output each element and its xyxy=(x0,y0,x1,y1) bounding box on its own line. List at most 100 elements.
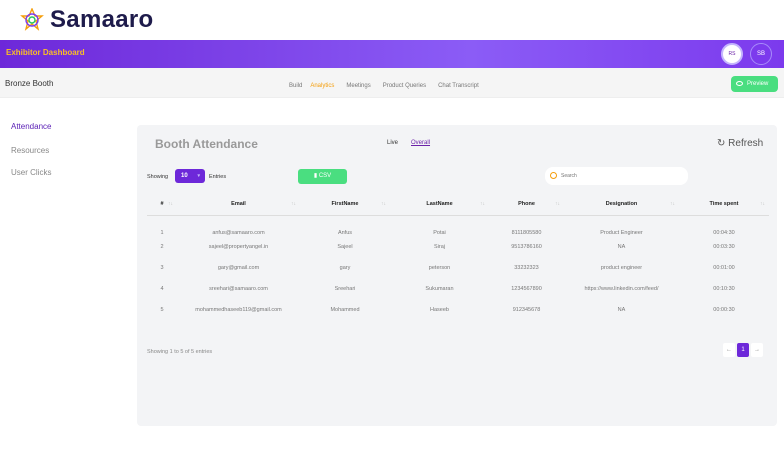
table-row: 5 mohammedhaseeb119@gmail.com Mohammed H… xyxy=(147,299,769,320)
sub-navigation: Bronze Booth Build Analytics Meetings Pr… xyxy=(0,68,784,98)
tab-chat-transcript[interactable]: Chat Transcript xyxy=(438,83,479,89)
search-input[interactable] xyxy=(561,170,681,182)
column-header-time-spent[interactable]: Time spent ↑↓ xyxy=(679,193,769,216)
cell-phone: 8111805580 xyxy=(511,229,542,236)
cell-time-spent: 00:03:30 xyxy=(713,243,735,250)
cell-time-spent: 00:04:30 xyxy=(713,229,735,236)
logo-bar: Samaaro xyxy=(0,0,784,40)
cell-lastname: Siraj xyxy=(433,243,445,250)
attendance-table: # ↑↓ Email ↑↓ FirstName ↑↓ LastName ↑↓ Phone… xyxy=(147,193,769,320)
column-header-lastname[interactable]: LastName ↑↓ xyxy=(390,193,489,216)
top-bar: Exhibitor Dashboard RS SB xyxy=(0,40,784,68)
page-size-value: 10 xyxy=(181,173,188,179)
preview-label: Preview xyxy=(747,81,769,87)
cell-lastname: Potai xyxy=(433,229,446,236)
cell-index: 2 xyxy=(160,243,164,250)
cell-index: 4 xyxy=(160,285,164,292)
cell-lastname: Haseeb xyxy=(430,306,449,313)
refresh-label: Refresh xyxy=(728,138,764,149)
cell-phone: 912345678 xyxy=(512,306,541,313)
live-toggle[interactable]: Live xyxy=(387,140,398,146)
booth-name: Bronze Booth xyxy=(5,79,54,88)
attendance-panel: Booth Attendance Live Overall ↻ Refresh … xyxy=(137,125,777,426)
csv-label: CSV xyxy=(318,173,332,179)
chevron-down-icon: ▾ xyxy=(197,173,200,179)
table-row: 4 sreehari@samaaro.com Sreehari Sukumara… xyxy=(147,278,769,299)
cell-firstname: Mohammed xyxy=(330,306,360,313)
entries-label: Entries xyxy=(209,174,227,180)
search-icon xyxy=(550,172,557,179)
tab-build[interactable]: Build xyxy=(289,83,302,89)
cell-lastname: peterson xyxy=(428,264,451,271)
cell-email: mohammedhaseeb119@gmail.com xyxy=(195,306,282,313)
table-header-row: # ↑↓ Email ↑↓ FirstName ↑↓ LastName ↑↓ Phone… xyxy=(147,193,769,216)
page-size-select[interactable]: 10 ▾ xyxy=(175,169,205,183)
search-box xyxy=(545,167,688,185)
tab-product-queries[interactable]: Product Queries xyxy=(383,83,426,89)
cell-phone: 33232323 xyxy=(514,264,539,271)
preview-button[interactable]: Preview xyxy=(731,76,778,92)
brand-name: Samaaro xyxy=(50,6,154,33)
showing-label: Showing xyxy=(147,174,169,180)
csv-button[interactable]: ▮ CSV xyxy=(298,169,347,184)
prev-page-button[interactable]: ← xyxy=(723,343,735,357)
cell-firstname: Sajeel xyxy=(337,243,353,250)
column-header-firstname[interactable]: FirstName ↑↓ xyxy=(300,193,390,216)
cell-time-spent: 00:01:00 xyxy=(713,264,735,271)
tab-meetings[interactable]: Meetings xyxy=(346,83,370,89)
cell-firstname: gary xyxy=(339,264,351,271)
refresh-icon: ↻ xyxy=(717,138,726,149)
cell-firstname: Sreehari xyxy=(334,285,356,292)
cell-email: sajeel@propertyangel.in xyxy=(208,243,269,250)
cell-index: 5 xyxy=(160,306,164,313)
cell-time-spent: 00:00:30 xyxy=(713,306,735,313)
panel-title: Booth Attendance xyxy=(155,137,258,151)
cell-email: sreehari@samaaro.com xyxy=(209,285,268,292)
column-header-designation[interactable]: Designation ↑↓ xyxy=(564,193,679,216)
tab-analytics[interactable]: Analytics xyxy=(310,83,334,89)
dashboard-title: Exhibitor Dashboard xyxy=(6,48,85,57)
cell-firstname: Anfus xyxy=(337,229,353,236)
cell-time-spent: 00:10:30 xyxy=(713,285,735,292)
cell-designation: NA xyxy=(617,243,626,250)
cell-index: 3 xyxy=(160,264,164,271)
next-page-button[interactable]: → xyxy=(751,343,763,357)
tab-bar: Build Analytics Meetings Product Queries… xyxy=(289,83,479,89)
column-header-phone[interactable]: Phone ↑↓ xyxy=(489,193,564,216)
avatar[interactable]: RS xyxy=(721,43,743,65)
sidebar-item-attendance[interactable]: Attendance xyxy=(11,122,51,131)
sort-icon: ↑↓ xyxy=(555,201,560,207)
overall-toggle[interactable]: Overall xyxy=(411,140,430,146)
cell-designation: product engineer xyxy=(600,264,643,271)
cell-index: 1 xyxy=(160,229,164,236)
sort-icon: ↑↓ xyxy=(168,201,173,207)
cell-designation: Product Engineer xyxy=(600,229,643,236)
sort-icon: ↑↓ xyxy=(381,201,386,207)
cell-phone: 9513786160 xyxy=(511,243,542,250)
user-avatar[interactable]: SB xyxy=(750,43,772,65)
table-row: 1 anfus@samaaro.com Anfus Potai 81118055… xyxy=(147,215,769,236)
sort-icon: ↑↓ xyxy=(760,201,765,207)
sort-icon: ↑↓ xyxy=(291,201,296,207)
sort-icon: ↑↓ xyxy=(670,201,675,207)
cell-lastname: Sukumaran xyxy=(425,285,454,292)
page-button-1[interactable]: 1 xyxy=(737,343,749,357)
refresh-button[interactable]: ↻ Refresh xyxy=(717,138,763,149)
sort-icon: ↑↓ xyxy=(480,201,485,207)
cell-designation: NA xyxy=(617,306,626,313)
eye-icon xyxy=(736,81,743,86)
sidebar-item-resources[interactable]: Resources xyxy=(11,146,49,155)
column-header-email[interactable]: Email ↑↓ xyxy=(177,193,300,216)
file-icon: ▮ xyxy=(313,173,318,179)
sidebar-item-user-clicks[interactable]: User Clicks xyxy=(11,168,51,177)
samaaro-logo-icon xyxy=(20,8,44,31)
table-row: 3 gary@gmail.com gary peterson 33232323 … xyxy=(147,257,769,278)
pagination: ← 1 → xyxy=(723,343,763,357)
column-header-index[interactable]: # ↑↓ xyxy=(147,193,177,216)
cell-phone: 1234567890 xyxy=(511,285,542,292)
table-info: Showing 1 to 5 of 5 entries xyxy=(147,349,213,355)
cell-email: anfus@samaaro.com xyxy=(212,229,265,236)
table-row: 2 sajeel@propertyangel.in Sajeel Siraj 9… xyxy=(147,236,769,257)
cell-email: gary@gmail.com xyxy=(217,264,260,271)
cell-designation: https://www.linkedin.com/feed/ xyxy=(584,285,659,292)
